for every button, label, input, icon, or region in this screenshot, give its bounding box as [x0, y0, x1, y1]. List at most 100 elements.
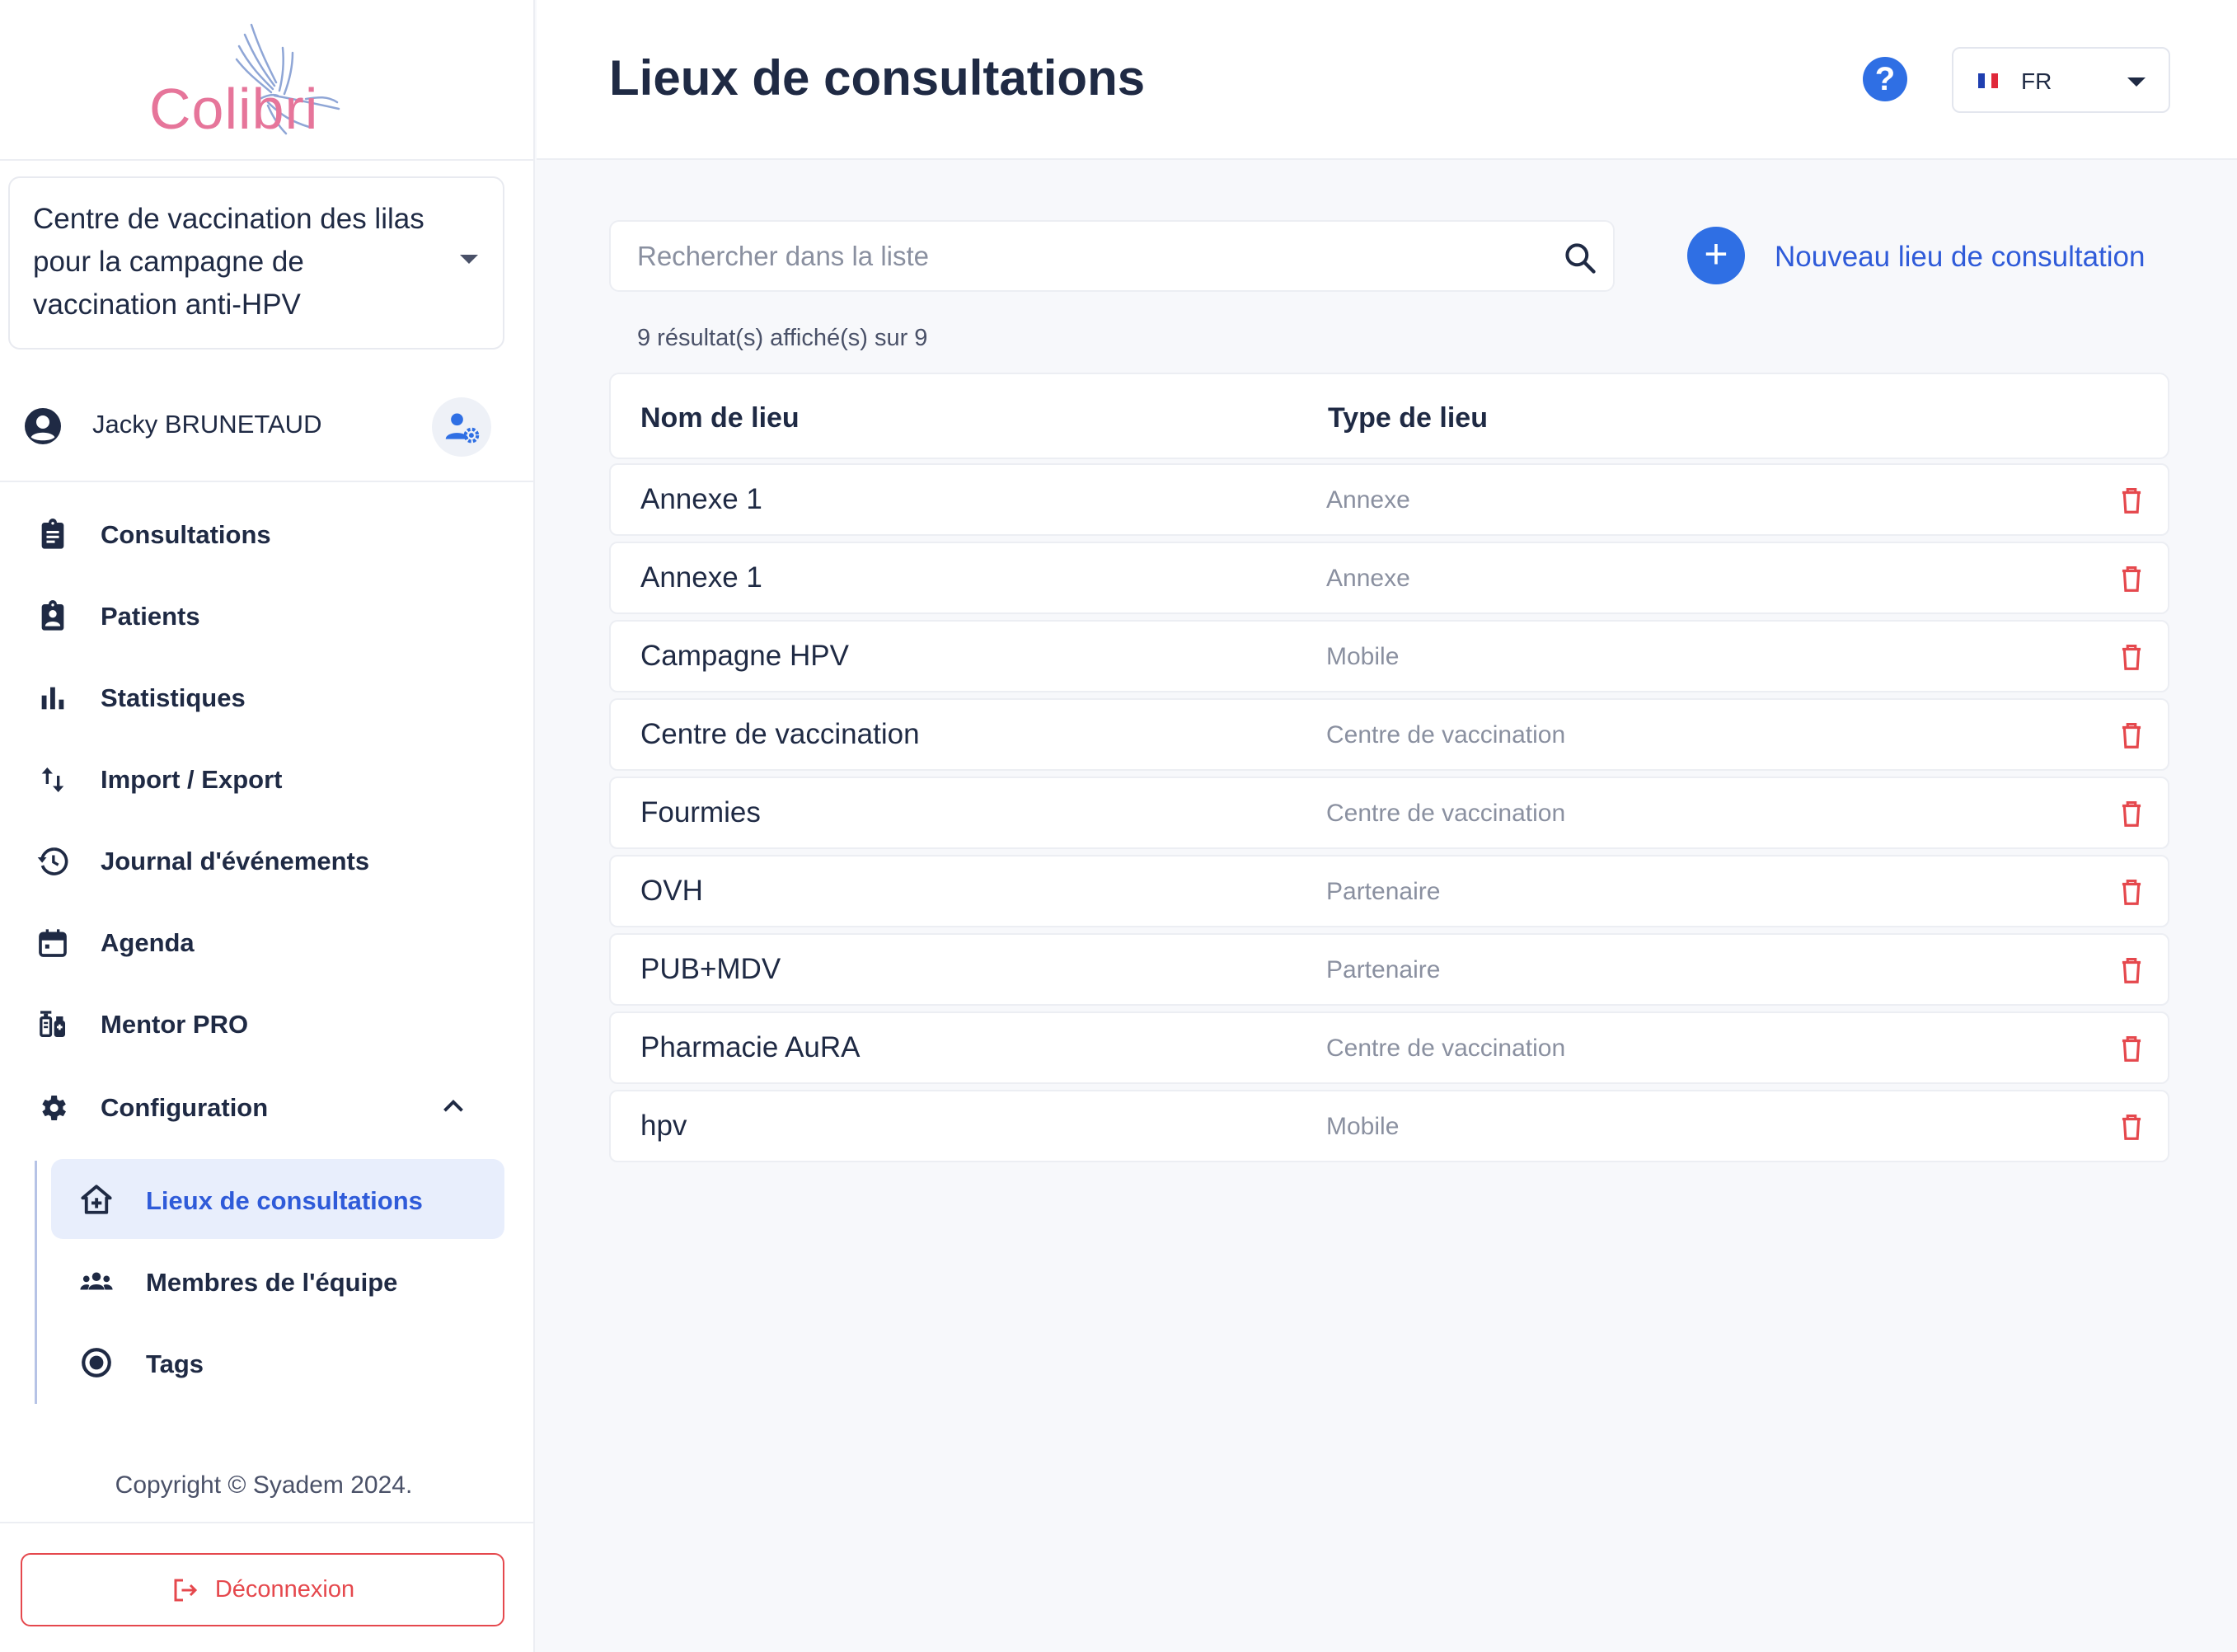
- column-header-name[interactable]: Nom de lieu: [640, 402, 800, 434]
- trash-icon[interactable]: [2116, 720, 2147, 751]
- plus-icon: +: [1687, 227, 1745, 284]
- trash-icon[interactable]: [2116, 876, 2147, 908]
- nav-label: Statistiques: [101, 683, 246, 712]
- table-row[interactable]: Annexe 1 Annexe: [609, 542, 2169, 614]
- location-name: PUB+MDV: [640, 953, 781, 985]
- location-type: Annexe: [1326, 486, 1410, 514]
- sub-nav-label: Tags: [146, 1349, 204, 1378]
- caret-down-icon: [2127, 77, 2146, 87]
- location-type: Partenaire: [1326, 878, 1441, 905]
- history-icon: [37, 847, 68, 875]
- language-select[interactable]: FR: [1952, 47, 2170, 113]
- account-circle-icon: [25, 408, 61, 444]
- logout-button[interactable]: Déconnexion: [21, 1553, 504, 1626]
- table-row[interactable]: Campagne HPV Mobile: [609, 620, 2169, 692]
- search-input[interactable]: [637, 235, 1527, 278]
- new-location-label: Nouveau lieu de consultation: [1775, 241, 2146, 273]
- page-title: Lieux de consultations: [609, 50, 1146, 106]
- logo-area: Colibri: [0, 0, 535, 161]
- nav-label: Mentor PRO: [101, 1010, 249, 1039]
- table-header: Nom de lieu Type de lieu: [609, 373, 2169, 459]
- language-value: FR: [2021, 68, 2052, 94]
- sub-nav-item-tags[interactable]: Tags: [51, 1322, 504, 1402]
- nav-label: Consultations: [101, 520, 271, 549]
- page-header: Lieux de consultations ? FR: [537, 0, 2237, 160]
- location-type: Annexe: [1326, 565, 1410, 592]
- nav-item-import-export[interactable]: Import / Export: [0, 745, 535, 811]
- nav-label: Journal d'événements: [101, 847, 370, 875]
- submenu-guide-line: [35, 1161, 37, 1404]
- gear-icon: [42, 1096, 66, 1120]
- nav-label: Agenda: [101, 928, 195, 957]
- table-row[interactable]: Annexe 1 Annexe: [609, 463, 2169, 536]
- radio-target-icon: [82, 1348, 111, 1377]
- location-type: Centre de vaccination: [1326, 721, 1566, 749]
- team-icon: [80, 1272, 113, 1290]
- nav-item-consultations[interactable]: Consultations: [0, 500, 535, 566]
- table-row[interactable]: OVH Partenaire: [609, 855, 2169, 927]
- trash-icon[interactable]: [2116, 641, 2147, 673]
- table-row[interactable]: hpv Mobile: [609, 1090, 2169, 1162]
- nav-label: Patients: [101, 602, 200, 631]
- table-row[interactable]: Pharmacie AuRA Centre de vaccination: [609, 1011, 2169, 1084]
- location-type: Mobile: [1326, 643, 1400, 670]
- search-icon[interactable]: [1562, 240, 1598, 276]
- sub-nav-item-membres[interactable]: Membres de l'équipe: [51, 1241, 504, 1321]
- location-name: Annexe 1: [640, 561, 762, 594]
- nav-label: Import / Export: [101, 765, 283, 794]
- sidebar: Colibri Centre de vaccination des lilas …: [0, 0, 535, 1652]
- location-type: Partenaire: [1326, 956, 1441, 983]
- location-name: Campagne HPV: [640, 640, 849, 672]
- caret-down-icon: [460, 255, 478, 264]
- patient-badge-icon: [41, 600, 64, 631]
- trash-icon[interactable]: [2116, 955, 2147, 986]
- sub-nav-label: Membres de l'équipe: [146, 1268, 398, 1297]
- divider: [0, 1522, 535, 1523]
- location-name: OVH: [640, 875, 703, 907]
- user-name: Jacky BRUNETAUD: [92, 410, 322, 439]
- location-type: Centre de vaccination: [1326, 1035, 1566, 1062]
- trash-icon[interactable]: [2116, 1033, 2147, 1064]
- result-count: 9 résultat(s) affiché(s) sur 9: [637, 325, 928, 351]
- trash-icon[interactable]: [2116, 1111, 2147, 1143]
- nav-item-mentor-pro[interactable]: Mentor PRO: [0, 990, 535, 1056]
- column-header-type[interactable]: Type de lieu: [1328, 402, 1488, 434]
- table-row[interactable]: Fourmies Centre de vaccination: [609, 777, 2169, 849]
- user-settings-button[interactable]: [432, 397, 491, 457]
- help-button[interactable]: ?: [1863, 57, 1907, 101]
- vaccine-icon: [40, 1011, 65, 1037]
- nav-item-agenda[interactable]: Agenda: [0, 908, 535, 974]
- copyright-text: Copyright © Syadem 2024.: [115, 1471, 413, 1499]
- trash-icon[interactable]: [2116, 485, 2147, 516]
- logout-label: Déconnexion: [214, 1576, 355, 1603]
- location-name: Fourmies: [640, 796, 761, 828]
- location-name: hpv: [640, 1110, 687, 1142]
- nav-item-statistiques[interactable]: Statistiques: [0, 664, 535, 730]
- trash-icon[interactable]: [2116, 798, 2147, 829]
- location-type: Centre de vaccination: [1326, 800, 1566, 827]
- home-plus-icon: [81, 1185, 112, 1214]
- bar-chart-icon: [41, 687, 64, 710]
- organization-select-value: Centre de vaccination des lilas pour la …: [33, 203, 424, 321]
- new-location-button[interactable]: + Nouveau lieu de consultation: [1687, 227, 2215, 286]
- sub-nav-item-lieux[interactable]: Lieux de consultations: [51, 1159, 504, 1239]
- swap-vertical-icon: [41, 767, 64, 792]
- user-profile: Jacky BRUNETAUD: [0, 375, 535, 482]
- nav-item-journal[interactable]: Journal d'événements: [0, 827, 535, 893]
- trash-icon[interactable]: [2116, 563, 2147, 594]
- location-type: Mobile: [1326, 1113, 1400, 1140]
- logout-icon: [174, 1579, 197, 1601]
- table-row[interactable]: PUB+MDV Partenaire: [609, 933, 2169, 1006]
- colibri-logo[interactable]: Colibri: [144, 16, 359, 148]
- chevron-up-icon: [443, 1099, 463, 1112]
- logo-text: Colibri: [149, 77, 319, 141]
- nav-item-patients[interactable]: Patients: [0, 582, 535, 648]
- nav-item-configuration[interactable]: Configuration: [0, 1073, 535, 1139]
- organization-select[interactable]: Centre de vaccination des lilas pour la …: [8, 176, 504, 350]
- sub-nav-label: Lieux de consultations: [146, 1186, 423, 1215]
- search-bar: [609, 220, 1615, 292]
- user-gear-icon: [445, 413, 480, 444]
- table-row[interactable]: Centre de vaccination Centre de vaccinat…: [609, 698, 2169, 771]
- calendar-icon: [39, 929, 67, 957]
- location-name: Centre de vaccination: [640, 718, 920, 750]
